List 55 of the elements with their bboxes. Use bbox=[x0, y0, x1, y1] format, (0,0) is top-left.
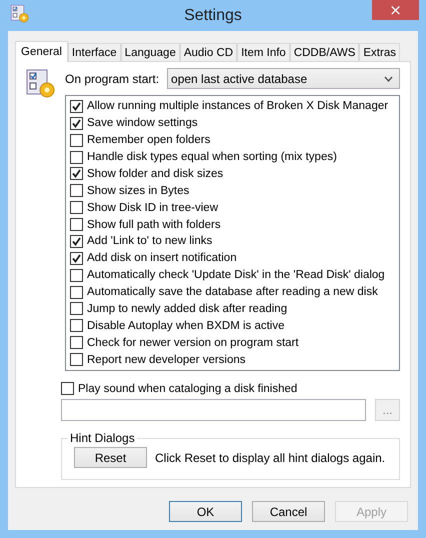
tab[interactable]: Item Info bbox=[237, 43, 290, 61]
checkbox[interactable] bbox=[70, 234, 83, 248]
option-label: Check for newer version on program start bbox=[87, 336, 299, 349]
checkbox[interactable] bbox=[70, 100, 83, 113]
checkbox[interactable] bbox=[70, 319, 83, 332]
checkbox[interactable] bbox=[70, 134, 83, 147]
checkbox[interactable] bbox=[70, 302, 83, 316]
caret-icon bbox=[384, 76, 393, 82]
checkbox[interactable] bbox=[70, 252, 83, 265]
option-label: Report new developer versions bbox=[87, 354, 246, 366]
tab[interactable]: Language bbox=[120, 43, 180, 61]
checkbox[interactable] bbox=[70, 167, 83, 180]
checkbox[interactable] bbox=[61, 382, 74, 395]
checkmark-icon bbox=[72, 169, 81, 178]
start-dropdown[interactable]: open last active database bbox=[167, 68, 400, 89]
checkbox[interactable] bbox=[70, 353, 83, 366]
option-label: Show folder and disk sizes bbox=[87, 168, 224, 180]
checkbox[interactable] bbox=[70, 201, 83, 214]
option-label: Play sound when cataloging a disk finished bbox=[78, 382, 298, 394]
app-icon bbox=[10, 4, 30, 24]
reset-button[interactable]: Reset bbox=[74, 447, 147, 468]
option-label: Automatically save the database after reading a new disk bbox=[87, 286, 378, 298]
option-label: Jump to newly added disk after reading bbox=[87, 302, 288, 315]
checkbox[interactable] bbox=[70, 116, 83, 130]
hint-text: Click Reset to display all hint dialogs again. bbox=[155, 450, 386, 464]
tab[interactable]: Extras bbox=[359, 43, 400, 61]
option-label: Automatically check 'Update Disk' in the 'Read Disk' dialog bbox=[87, 269, 385, 282]
checkbox[interactable] bbox=[70, 268, 83, 282]
settings-icon bbox=[25, 68, 57, 100]
option-label: Disable Autoplay when BXDM is active bbox=[87, 320, 285, 332]
checkbox[interactable] bbox=[70, 286, 83, 299]
checkbox[interactable] bbox=[70, 336, 83, 350]
tab[interactable]: Interface bbox=[68, 43, 121, 61]
checkbox[interactable] bbox=[70, 184, 83, 198]
option-label: Add 'Link to' to new links bbox=[87, 235, 212, 248]
tab[interactable]: General bbox=[15, 41, 68, 62]
group-title: Hint Dialogs bbox=[69, 431, 136, 445]
option-label: Show full path with folders bbox=[87, 218, 221, 231]
option-label: Add disk on insert notification bbox=[87, 252, 237, 264]
checkbox[interactable] bbox=[70, 150, 83, 164]
dialog-button[interactable]: Cancel bbox=[252, 501, 325, 522]
tab[interactable]: CDDB/AWS bbox=[290, 43, 360, 61]
option-label: Save window settings bbox=[87, 117, 198, 130]
option-label: Remember open folders bbox=[87, 134, 210, 146]
window-title: Settings bbox=[184, 6, 242, 24]
option-label: Show Disk ID in tree-view bbox=[87, 202, 218, 214]
option-label: Handle disk types equal when sorting (mix types) bbox=[87, 151, 337, 164]
tab[interactable]: Audio CD bbox=[180, 43, 238, 61]
start-label: On program start: bbox=[65, 72, 160, 86]
dialog-button[interactable]: OK bbox=[169, 501, 242, 522]
option-label: Show sizes in Bytes bbox=[87, 184, 190, 197]
checkbox[interactable] bbox=[70, 218, 83, 232]
sound-file-field[interactable] bbox=[61, 399, 366, 421]
close-button[interactable]: × bbox=[372, 0, 419, 20]
option-label: Allow running multiple instances of Broken X Disk Manager bbox=[87, 100, 388, 112]
